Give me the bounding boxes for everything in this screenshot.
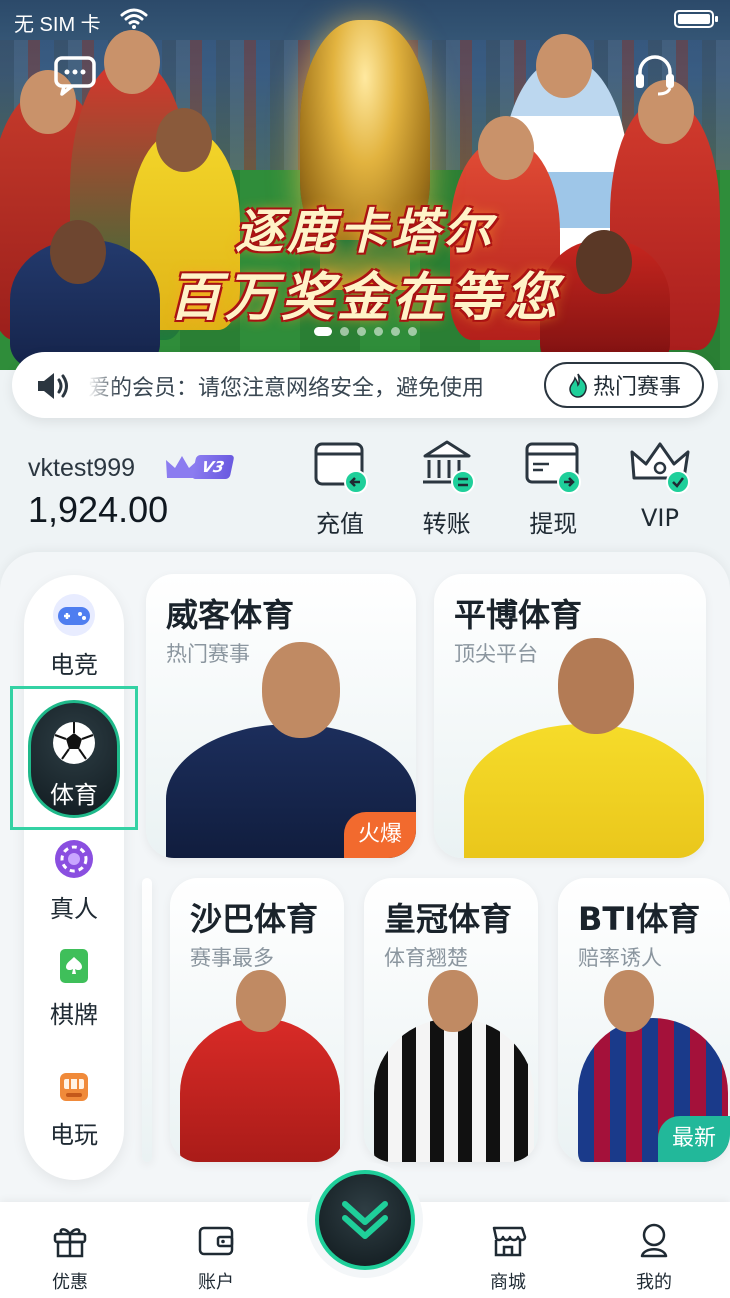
store-icon (492, 1226, 527, 1257)
transfer-label: 转账 (422, 510, 471, 538)
announcement-bar[interactable]: 爱的会员：请您注意网络安全，避免使用 热门赛事 (12, 352, 718, 418)
wallet-icon (198, 1226, 234, 1256)
venue-subtitle: 赔率诱人 (578, 946, 662, 970)
banner-slogan-line2: 百万奖金在等您 (168, 267, 561, 328)
venue-card-partial[interactable] (142, 878, 152, 1162)
venue-subtitle: 顶尖平台 (454, 642, 538, 666)
carousel-dot[interactable] (339, 327, 349, 336)
hot-tag: 火爆 (343, 812, 416, 858)
new-tag: 最新 (657, 1116, 730, 1162)
vip-label: VIP (640, 504, 679, 532)
player-figure (180, 1018, 340, 1162)
carousel-dot[interactable] (356, 327, 366, 336)
venue-title: BTI体育 (578, 900, 701, 938)
venue-card-crown[interactable]: 皇冠体育 体育翘楚 (364, 878, 538, 1162)
venue-card-bti[interactable]: BTI体育 赔率诱人 最新 (558, 878, 730, 1162)
nav-item-profile[interactable]: 我的 (614, 1220, 694, 1294)
wallet-balance: 1,924.00 (28, 489, 169, 530)
nav-label: 我的 (636, 1272, 672, 1293)
battery-icon (674, 10, 718, 28)
venue-title: 皇冠体育 (384, 900, 513, 938)
venue-title: 平博体育 (454, 596, 583, 634)
card-withdraw-icon (525, 442, 582, 494)
venue-card-weike[interactable]: 威客体育 热门赛事 火爆 (146, 574, 416, 858)
venue-title: 沙巴体育 (190, 900, 319, 938)
sidebar-item-slots[interactable]: 电玩 (24, 1063, 124, 1150)
banner-slogan-line1: 逐鹿卡塔尔 (234, 204, 495, 260)
player-figure (374, 1018, 534, 1162)
hot-events-button[interactable]: 热门赛事 (544, 362, 704, 408)
player-figure (262, 642, 340, 738)
venue-card-pinnacle[interactable]: 平博体育 顶尖平台 (434, 574, 706, 858)
home-center-button[interactable] (315, 1170, 415, 1270)
transfer-button[interactable]: 转账 (407, 438, 487, 539)
sidebar-label: 真人 (50, 895, 98, 923)
user-icon (640, 1223, 668, 1258)
brand-chevron-icon (342, 1201, 388, 1239)
bank-transfer-icon (422, 440, 475, 494)
venue-title: 威客体育 (166, 596, 295, 634)
sidebar-label: 电玩 (50, 1121, 98, 1149)
deposit-button[interactable]: 充值 (300, 438, 380, 539)
promo-banner[interactable]: 逐鹿卡塔尔 百万奖金在等您 (0, 0, 730, 370)
carousel-dot[interactable] (390, 327, 400, 336)
gamepad-icon (53, 594, 95, 636)
carousel-dot[interactable] (313, 327, 332, 336)
carrier-label: 无 SIM 卡 (14, 14, 101, 36)
speaker-icon (38, 373, 68, 399)
player-figure (428, 970, 478, 1032)
status-bar: 无 SIM 卡 (0, 0, 730, 40)
carousel-dot[interactable] (373, 327, 383, 336)
sidebar-item-esports[interactable]: 电竞 (24, 593, 124, 680)
nav-item-promotions[interactable]: 优惠 (30, 1220, 110, 1294)
wallet-deposit-icon (314, 442, 368, 494)
slot-machine-icon (60, 1073, 88, 1101)
carousel-dot[interactable] (407, 327, 417, 336)
category-sidebar: 电竞 体育 真人 棋牌 电玩 (24, 575, 124, 1180)
player-figure (464, 724, 704, 858)
quick-actions: 充值 转账 提现 VIP (300, 438, 700, 539)
deposit-label: 充值 (316, 510, 364, 538)
withdraw-label: 提现 (529, 510, 578, 538)
venue-subtitle: 体育翘楚 (384, 946, 468, 970)
sidebar-item-live-casino[interactable]: 真人 (24, 837, 124, 924)
poker-card-icon (60, 949, 88, 983)
venue-card-saba[interactable]: 沙巴体育 赛事最多 (170, 878, 344, 1162)
customer-service-icon[interactable] (630, 50, 680, 100)
user-info: vktest999 V3 1,924.00 (28, 454, 235, 531)
sidebar-item-chess-cards[interactable]: 棋牌 (24, 943, 124, 1030)
vip-level: V3 (191, 455, 235, 479)
vip-badge[interactable]: V3 (164, 452, 235, 482)
venue-subtitle: 热门赛事 (166, 642, 250, 666)
nav-label: 账户 (198, 1272, 234, 1293)
vip-button[interactable]: VIP (620, 438, 700, 539)
casino-chip-icon (55, 840, 93, 878)
nav-label: 商城 (490, 1272, 526, 1293)
selection-highlight (10, 686, 138, 830)
nav-item-store[interactable]: 商城 (468, 1220, 548, 1294)
carousel-dots (0, 327, 730, 336)
withdraw-button[interactable]: 提现 (513, 438, 593, 539)
nav-label: 优惠 (52, 1272, 88, 1293)
announcement-text: 爱的会员：请您注意网络安全，避免使用 (88, 370, 532, 402)
gift-icon (53, 1228, 87, 1258)
venue-subtitle: 赛事最多 (190, 946, 274, 970)
player-figure (604, 970, 654, 1032)
player-figure (558, 638, 634, 734)
nav-item-account[interactable]: 账户 (176, 1220, 256, 1294)
player-figure (236, 970, 286, 1032)
sidebar-label: 棋牌 (50, 1001, 98, 1029)
crown-vip-icon (630, 442, 690, 494)
sidebar-label: 电竞 (50, 651, 98, 679)
hot-events-label: 热门赛事 (592, 375, 681, 400)
username: vktest999 (28, 454, 136, 482)
flame-icon (569, 373, 587, 398)
wifi-icon (120, 8, 148, 29)
message-icon[interactable] (50, 50, 100, 100)
